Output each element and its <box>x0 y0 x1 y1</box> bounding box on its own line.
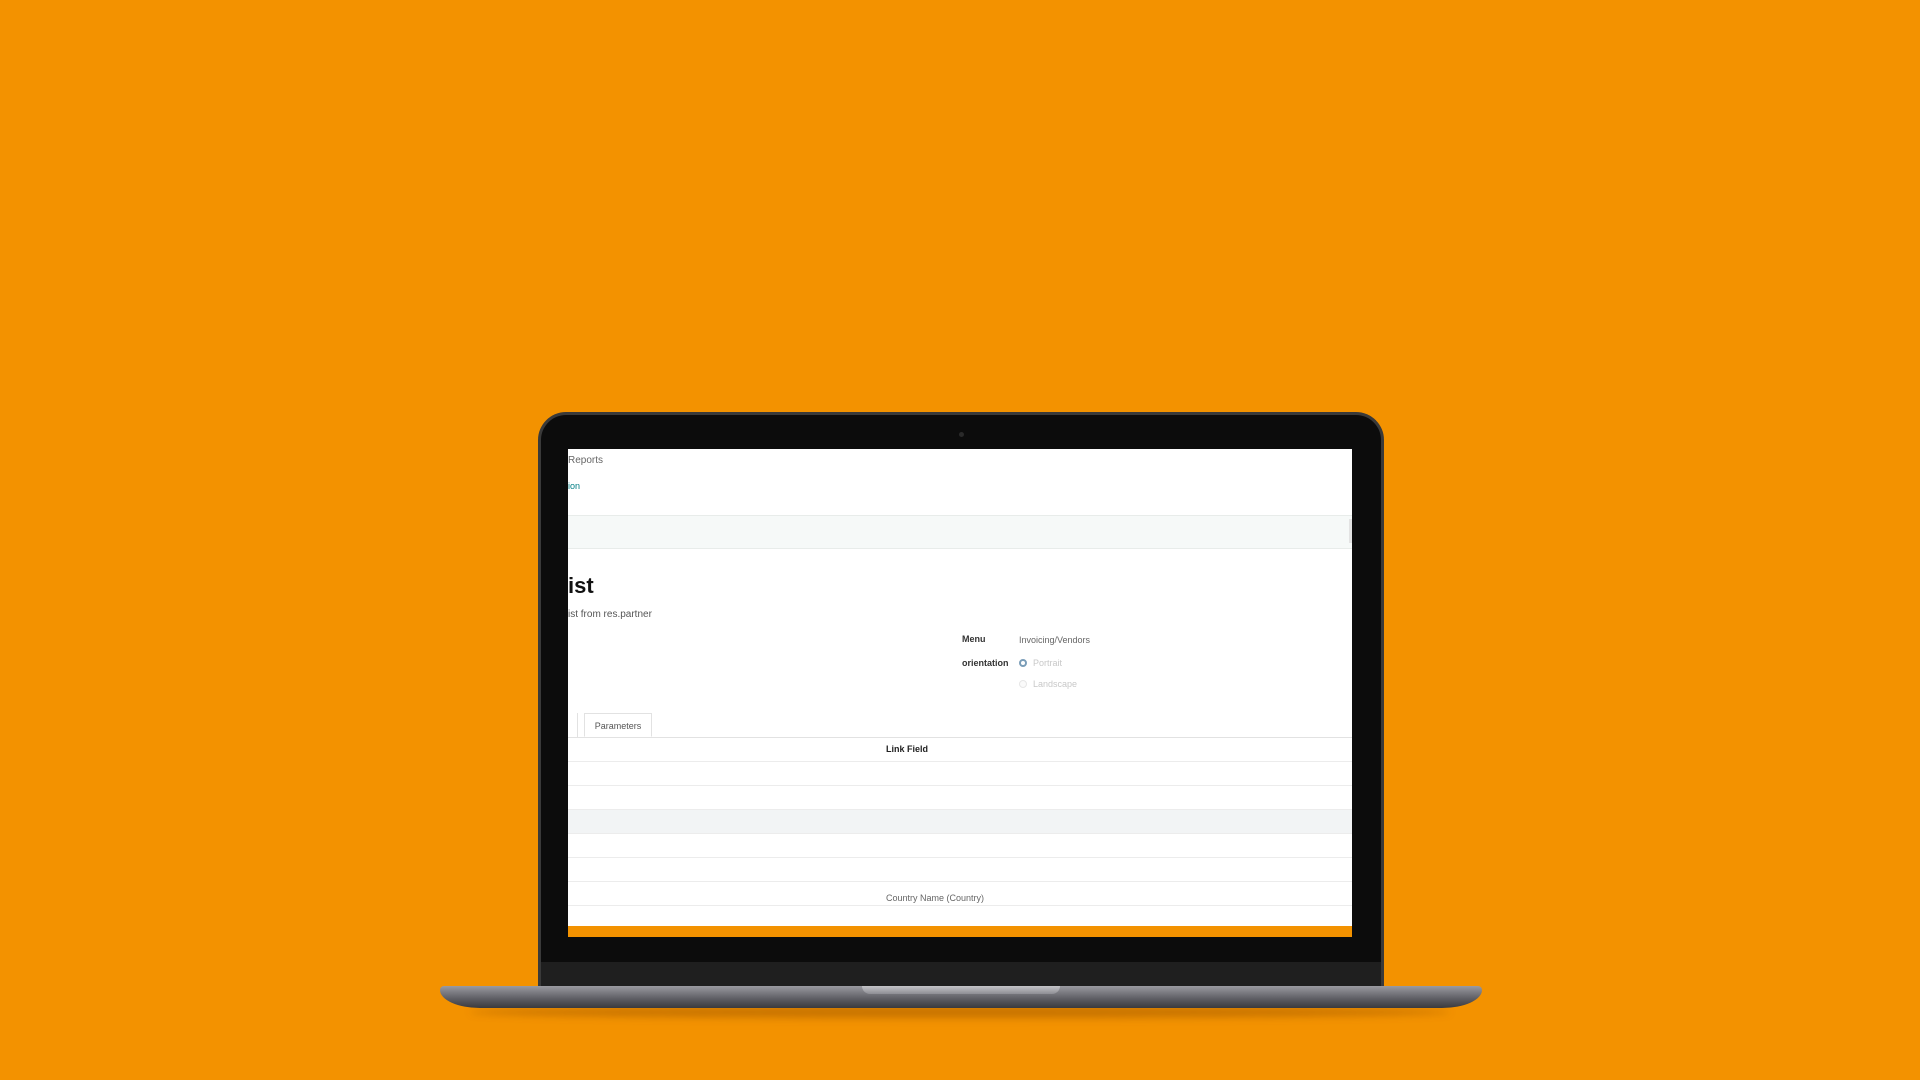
table-header-row <box>568 738 1352 762</box>
page-title: ist <box>568 573 594 598</box>
laptop-mockup: Reports ion ist ist from res.partner Men… <box>0 0 1920 1080</box>
orientation-label: orientation <box>962 658 1009 668</box>
menu-label: Menu <box>962 634 986 644</box>
table-row[interactable] <box>568 834 1352 858</box>
table-row[interactable] <box>568 810 1352 834</box>
landscape-radio[interactable] <box>1019 680 1027 688</box>
tab-general[interactable]: al <box>568 713 579 737</box>
portrait-radio-label[interactable]: Portrait <box>1033 658 1062 668</box>
table-cell: Country Name (Country) <box>886 893 985 903</box>
table-row[interactable] <box>568 762 1352 786</box>
laptop-bezel-chin <box>541 962 1381 988</box>
table-row[interactable] <box>568 786 1352 810</box>
tab-parameters[interactable]: Parameters <box>584 713 652 737</box>
menu-value[interactable]: Invoicing/Vendors <box>1019 635 1090 645</box>
status-bar <box>568 515 1352 549</box>
laptop-hinge-notch <box>862 986 1060 994</box>
nav-link[interactable]: ion <box>568 481 580 491</box>
breadcrumb[interactable]: Reports <box>568 455 603 466</box>
scrollbar[interactable] <box>1349 519 1352 543</box>
table-row[interactable] <box>568 858 1352 882</box>
portrait-radio[interactable] <box>1019 659 1027 667</box>
screen-bottom-strip <box>568 926 1352 937</box>
webcam-icon <box>959 432 964 437</box>
page-subtitle: ist from res.partner <box>568 609 652 620</box>
laptop-screen: Reports ion ist ist from res.partner Men… <box>568 449 1352 937</box>
tab-parameters-label: Parameters <box>594 721 642 731</box>
landscape-radio-label[interactable]: Landscape <box>1033 679 1077 689</box>
